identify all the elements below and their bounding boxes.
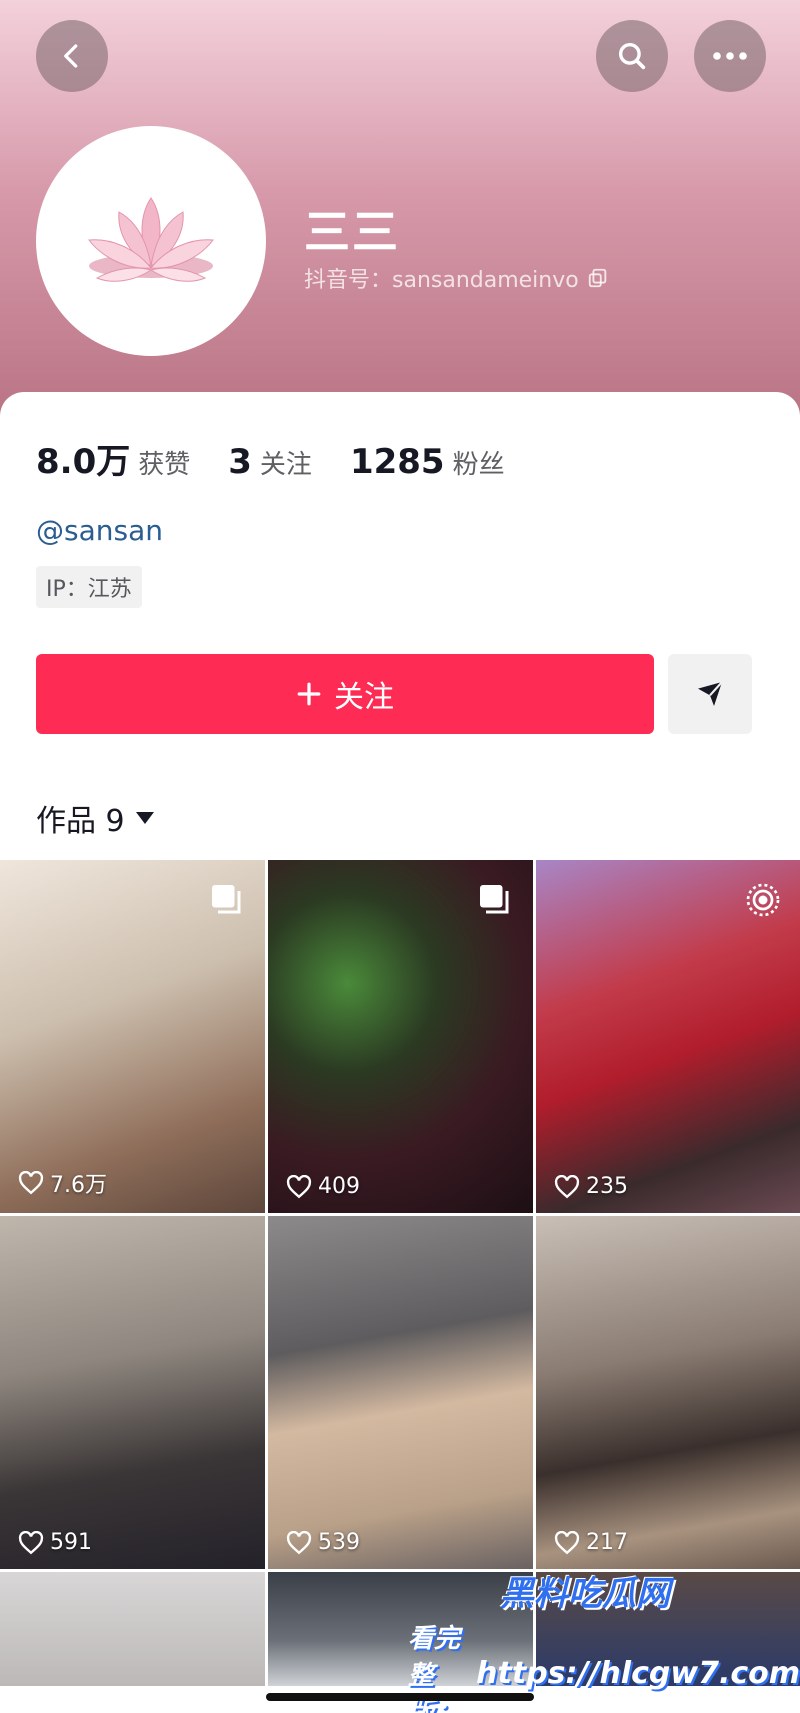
profile-nickname: 三三 — [304, 205, 400, 259]
stat-likes[interactable]: 8.0万 获赞 — [36, 434, 190, 483]
caret-down-icon — [135, 812, 154, 824]
stat-followers-value: 1285 — [349, 442, 445, 482]
chevron-left-icon — [64, 44, 78, 68]
video-likes-count: 235 — [586, 1174, 628, 1199]
copy-icon[interactable] — [587, 267, 609, 289]
search-icon — [618, 42, 646, 70]
more-dots-icon — [713, 52, 747, 60]
video-likes-count: 591 — [50, 1530, 92, 1555]
stat-likes-label: 获赞 — [138, 450, 191, 480]
video-thumbnail[interactable] — [536, 1572, 800, 1686]
live-photo-icon — [745, 882, 781, 922]
heart-icon — [554, 1530, 580, 1554]
stat-following-label: 关注 — [259, 450, 312, 480]
works-tab-label: 作品 9 — [36, 804, 125, 839]
video-thumbnail[interactable]: 539 — [268, 1216, 533, 1569]
heart-icon — [18, 1171, 44, 1195]
video-likes: 235 — [554, 1174, 628, 1199]
plus-icon — [297, 682, 321, 706]
stats-row: 8.0万 获赞 3 关注 1285 粉丝 — [36, 434, 505, 483]
heart-icon — [286, 1530, 312, 1554]
search-button[interactable] — [596, 20, 668, 92]
profile-handle[interactable]: @sansan — [36, 514, 163, 547]
profile-info-card: 8.0万 获赞 3 关注 1285 粉丝 @sansan IP：江苏 关注 作品 9 — [0, 392, 800, 862]
heart-icon — [554, 1174, 580, 1198]
video-thumbnail[interactable]: 217 — [536, 1216, 800, 1569]
stat-followers[interactable]: 1285 粉丝 — [350, 442, 505, 482]
ip-location-label: IP：江苏 — [46, 577, 132, 602]
send-message-button[interactable] — [668, 654, 752, 734]
stat-following[interactable]: 3 关注 — [228, 442, 312, 482]
home-indicator[interactable] — [266, 1693, 534, 1701]
video-thumbnail[interactable]: 235 — [536, 860, 800, 1213]
works-tab[interactable]: 作品 9 — [36, 796, 155, 840]
stat-followers-label: 粉丝 — [452, 450, 505, 480]
lotus-avatar-image — [88, 197, 214, 282]
ip-location-tag: IP：江苏 — [36, 566, 142, 608]
video-likes: 217 — [554, 1530, 628, 1555]
video-likes: 409 — [286, 1174, 360, 1199]
video-likes-count: 539 — [318, 1530, 360, 1555]
more-options-button[interactable] — [694, 20, 766, 92]
video-thumbnail[interactable]: 591 — [0, 1216, 265, 1569]
douyin-id-label: 抖音号：sansandameinvo — [304, 268, 579, 293]
video-thumbnail[interactable]: 409 — [268, 860, 533, 1213]
heart-icon — [18, 1530, 44, 1554]
video-thumbnail[interactable]: 7.6万 — [0, 860, 265, 1213]
follow-button-label: 关注 — [334, 680, 394, 715]
stat-following-value: 3 — [228, 442, 252, 482]
video-likes: 591 — [18, 1530, 92, 1555]
paper-plane-icon — [698, 681, 723, 706]
multi-image-icon — [209, 882, 245, 922]
stat-likes-value: 8.0万 — [36, 442, 131, 482]
multi-image-icon — [477, 882, 513, 922]
video-likes: 539 — [286, 1530, 360, 1555]
video-likes-count: 217 — [586, 1530, 628, 1555]
douyin-id[interactable]: 抖音号：sansandameinvo — [304, 262, 609, 294]
video-likes: 7.6万 — [18, 1167, 107, 1199]
video-likes-count: 409 — [318, 1174, 360, 1199]
video-thumbnail[interactable] — [268, 1572, 533, 1686]
follow-button[interactable]: 关注 — [36, 654, 654, 734]
video-likes-count: 7.6万 — [50, 1173, 107, 1198]
back-button[interactable] — [36, 20, 108, 92]
avatar[interactable] — [36, 126, 266, 356]
video-thumbnail[interactable] — [0, 1572, 265, 1686]
heart-icon — [286, 1174, 312, 1198]
